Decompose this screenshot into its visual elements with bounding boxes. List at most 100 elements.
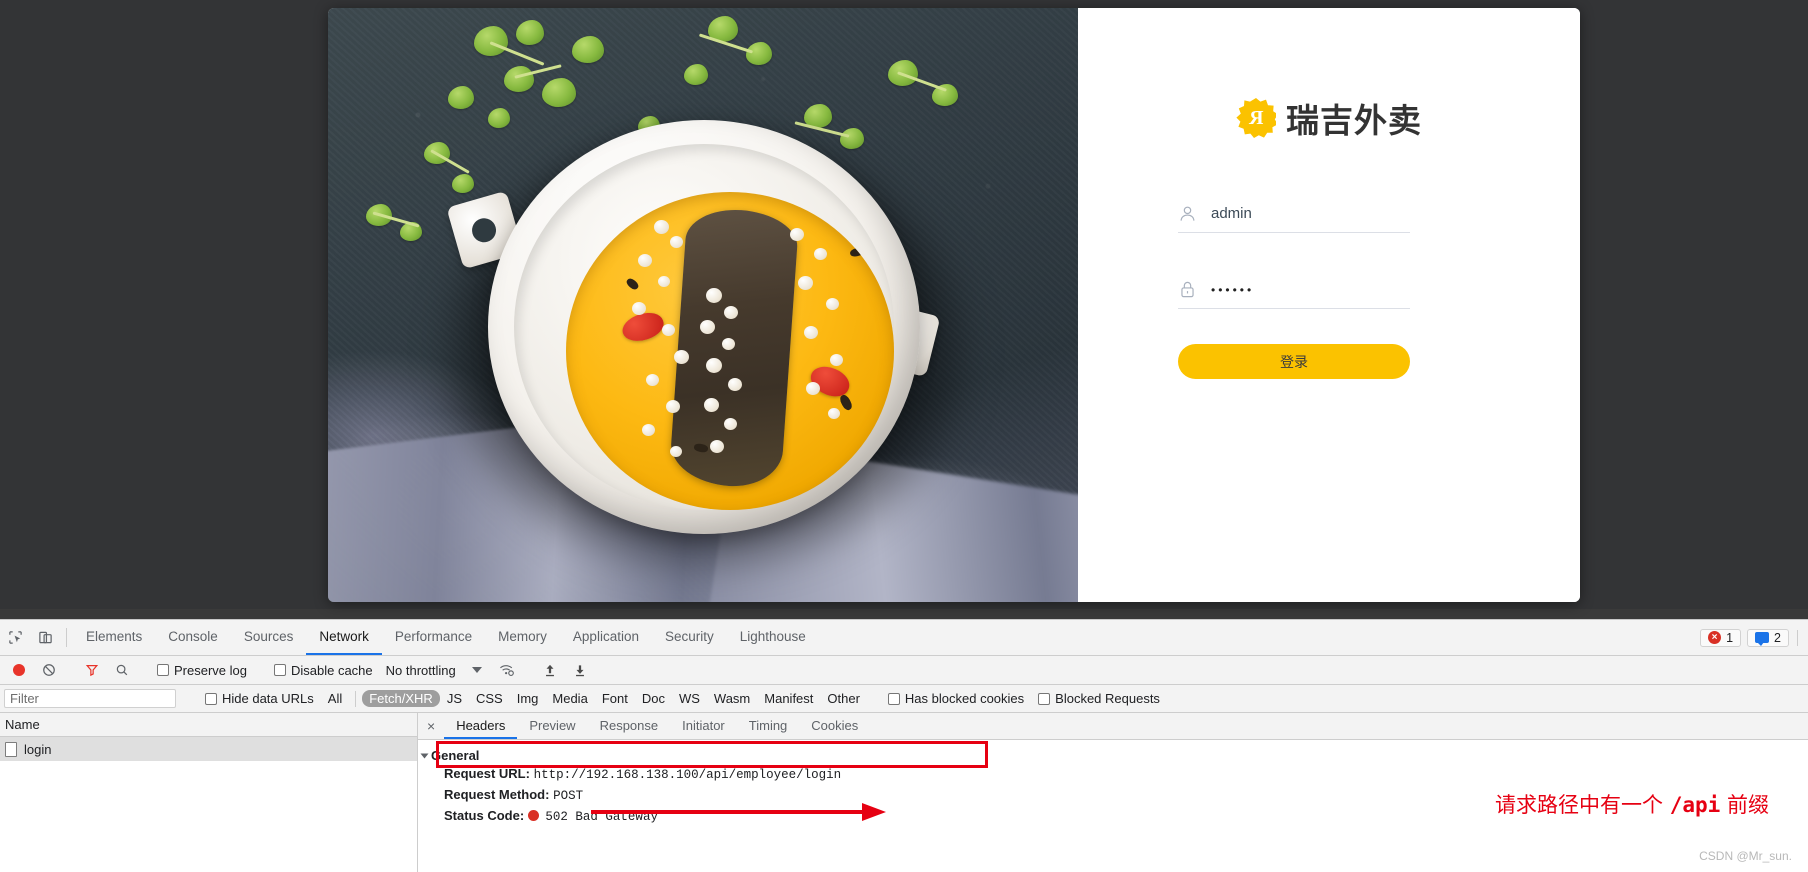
annotation-arrow-head: [862, 803, 886, 821]
export-har-icon[interactable]: [565, 663, 595, 678]
blocked-requests-label: Blocked Requests: [1055, 691, 1160, 706]
general-section-header[interactable]: General: [422, 748, 1808, 763]
tab-security[interactable]: Security: [652, 620, 727, 655]
column-header-name: Name: [0, 713, 417, 737]
devtools-panel: Elements Console Sources Network Perform…: [0, 619, 1808, 871]
soup-bowl: [488, 120, 920, 534]
general-title: General: [431, 748, 479, 763]
document-icon: [5, 742, 17, 757]
annotation-text-before: 请求路径中有一个: [1495, 793, 1670, 817]
tab-sources[interactable]: Sources: [231, 620, 307, 655]
message-count-badge[interactable]: 2: [1747, 629, 1789, 647]
throttling-select[interactable]: No throttling: [380, 663, 462, 678]
tab-application[interactable]: Application: [560, 620, 652, 655]
watermark: CSDN @Mr_sun.: [1699, 849, 1792, 863]
request-url-key: Request URL:: [444, 766, 530, 781]
clear-icon[interactable]: [34, 663, 64, 677]
filter-input[interactable]: [4, 689, 176, 708]
detail-tab-headers[interactable]: Headers: [444, 713, 517, 739]
filter-type-fetch-xhr[interactable]: Fetch/XHR: [362, 690, 440, 707]
request-url-row: Request URL: http://192.168.138.100/api/…: [422, 763, 1808, 784]
status-code-key: Status Code:: [444, 808, 524, 823]
tab-network[interactable]: Network: [306, 620, 382, 655]
error-count-badge[interactable]: × 1: [1700, 629, 1741, 647]
device-toolbar-icon[interactable]: [30, 620, 60, 655]
network-conditions-icon[interactable]: [492, 663, 522, 677]
checkbox-box: [205, 693, 217, 705]
filter-type-js[interactable]: JS: [440, 690, 469, 707]
detail-tab-initiator[interactable]: Initiator: [670, 713, 737, 739]
filter-type-font[interactable]: Font: [595, 690, 635, 707]
devtools-status-badges: × 1 2: [1700, 620, 1808, 655]
filter-divider: [355, 691, 356, 707]
bowl-rim: [514, 144, 894, 510]
page-background: R 瑞吉外卖 admin: [0, 0, 1808, 609]
filter-icon[interactable]: [77, 663, 107, 677]
tab-memory[interactable]: Memory: [485, 620, 560, 655]
filter-type-doc[interactable]: Doc: [635, 690, 672, 707]
annotation-text-after: 前缀: [1720, 793, 1769, 817]
filter-type-ws[interactable]: WS: [672, 690, 707, 707]
filter-type-wasm[interactable]: Wasm: [707, 690, 757, 707]
hide-data-urls-checkbox[interactable]: Hide data URLs: [198, 691, 321, 706]
request-list: Name login: [0, 713, 418, 872]
import-har-icon[interactable]: [535, 663, 565, 678]
tab-lighthouse[interactable]: Lighthouse: [727, 620, 819, 655]
filter-type-img[interactable]: Img: [510, 690, 546, 707]
error-icon: ×: [1708, 631, 1721, 644]
password-field[interactable]: ••••••: [1178, 280, 1410, 309]
record-icon[interactable]: [4, 664, 34, 676]
has-blocked-cookies-label: Has blocked cookies: [905, 691, 1024, 706]
message-icon: [1755, 632, 1769, 643]
request-method-value: POST: [553, 789, 583, 803]
request-name: login: [24, 742, 51, 757]
detail-tab-response[interactable]: Response: [588, 713, 671, 739]
table-row[interactable]: login: [0, 737, 417, 761]
user-icon: [1178, 204, 1197, 223]
lock-icon: [1178, 280, 1197, 299]
request-url-value: http://192.168.138.100/api/employee/logi…: [534, 768, 842, 782]
checkbox-box: [1038, 693, 1050, 705]
brand-badge-glyph: R: [1249, 108, 1263, 128]
filter-type-manifest[interactable]: Manifest: [757, 690, 820, 707]
tab-elements[interactable]: Elements: [73, 620, 155, 655]
error-count: 1: [1726, 631, 1733, 645]
login-submit-button[interactable]: 登录: [1178, 344, 1410, 379]
chevron-down-icon[interactable]: [462, 667, 492, 673]
brand-badge-icon: R: [1236, 98, 1276, 138]
message-count: 2: [1774, 631, 1781, 645]
filter-type-other[interactable]: Other: [820, 690, 867, 707]
sea-cucumber: [669, 206, 800, 489]
search-icon[interactable]: [107, 663, 137, 677]
tab-performance[interactable]: Performance: [382, 620, 485, 655]
request-method-key: Request Method:: [444, 787, 549, 802]
username-value: admin: [1211, 205, 1252, 222]
tab-console[interactable]: Console: [155, 620, 231, 655]
brand-logo: R 瑞吉外卖: [1078, 94, 1580, 142]
status-error-icon: [528, 810, 539, 821]
detail-tab-timing[interactable]: Timing: [737, 713, 800, 739]
chevron-down-icon: [421, 753, 429, 758]
login-card: R 瑞吉外卖 admin: [328, 8, 1580, 602]
devtools-tabbar: Elements Console Sources Network Perform…: [0, 620, 1808, 656]
preserve-log-checkbox[interactable]: Preserve log: [150, 663, 254, 678]
filter-type-css[interactable]: CSS: [469, 690, 510, 707]
disable-cache-checkbox[interactable]: Disable cache: [267, 663, 380, 678]
filter-type-all[interactable]: All: [321, 690, 349, 707]
network-filterbar: Hide data URLs All Fetch/XHR JS CSS Img …: [0, 685, 1808, 713]
close-icon[interactable]: ×: [418, 713, 444, 739]
toolbar-divider: [66, 628, 67, 647]
username-field[interactable]: admin: [1178, 204, 1410, 233]
has-blocked-cookies-checkbox[interactable]: Has blocked cookies: [881, 691, 1031, 706]
checkbox-box: [888, 693, 900, 705]
preserve-log-label: Preserve log: [174, 663, 247, 678]
soup-contents: [566, 192, 894, 510]
hide-data-urls-label: Hide data URLs: [222, 691, 314, 706]
detail-tab-cookies[interactable]: Cookies: [799, 713, 870, 739]
filter-type-media[interactable]: Media: [545, 690, 594, 707]
detail-tab-preview[interactable]: Preview: [517, 713, 587, 739]
annotation-arrow-line: [591, 810, 866, 814]
inspect-element-icon[interactable]: [0, 620, 30, 655]
blocked-requests-checkbox[interactable]: Blocked Requests: [1031, 691, 1167, 706]
login-form-panel: R 瑞吉外卖 admin: [1078, 8, 1580, 602]
